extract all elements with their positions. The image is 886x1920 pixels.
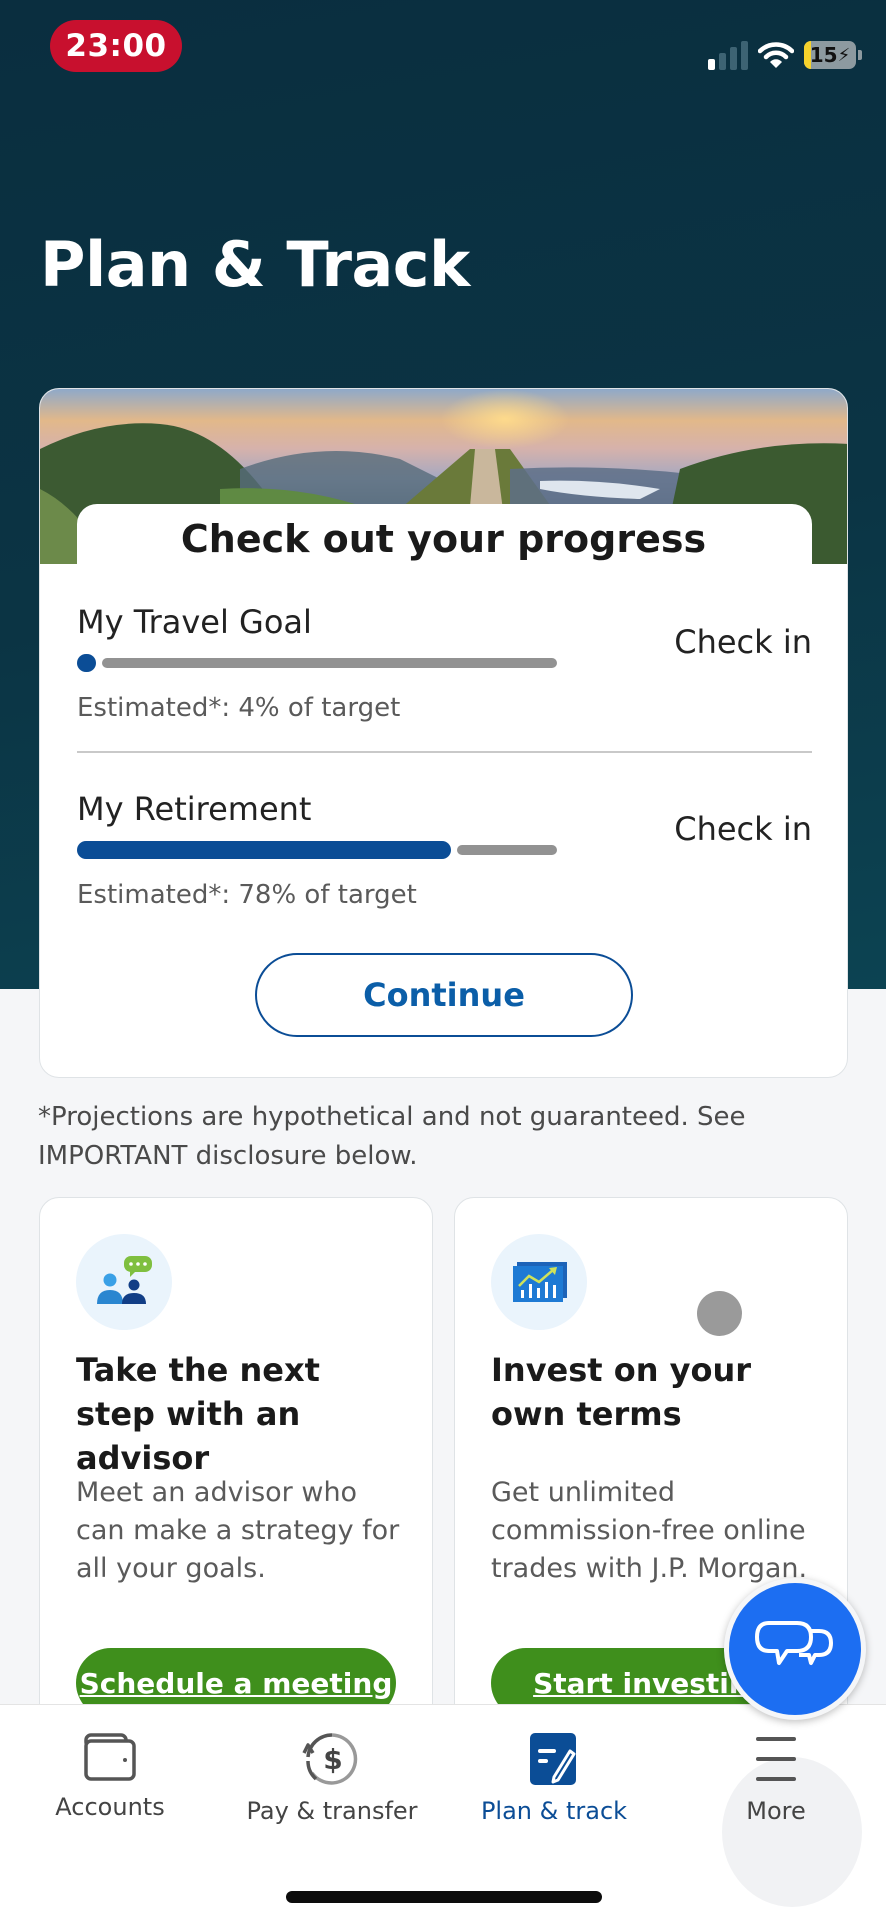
progress-heading: Check out your progress: [180, 517, 707, 561]
chat-bubbles-icon: [755, 1621, 833, 1665]
check-in-button[interactable]: Check in: [674, 623, 812, 661]
promo-description: Meet an advisor who can make a strategy …: [76, 1477, 400, 1584]
nav-item-pay-transfer[interactable]: $ Pay & transfer: [232, 1731, 432, 1825]
goal-progress-remaining: [102, 658, 557, 668]
battery-level: 15: [809, 43, 838, 67]
status-icons: 15 ⚡: [708, 38, 862, 72]
dollar-transfer-icon: $: [302, 1733, 358, 1785]
wallet-icon: [84, 1733, 136, 1781]
goal-progress-fill: [77, 841, 452, 859]
svg-text:$: $: [323, 1743, 342, 1776]
promo-title: Invest on your own terms: [491, 1351, 752, 1433]
bottom-nav: Accounts $ Pay & transfer Plan & track M…: [0, 1704, 886, 1920]
promo-description: Get unlimited commission-free online tra…: [491, 1477, 808, 1584]
investing-chart-icon: [513, 1262, 567, 1302]
goal-name: My Retirement: [77, 790, 312, 828]
battery-charging-icon: 15 ⚡: [804, 41, 862, 69]
goal-progress-bar: [77, 654, 557, 672]
nav-label: Pay & transfer: [246, 1797, 418, 1825]
nav-item-accounts[interactable]: Accounts: [10, 1731, 210, 1821]
wifi-icon: [758, 42, 794, 68]
nav-item-more[interactable]: More: [676, 1731, 876, 1825]
continue-button[interactable]: Continue: [255, 953, 633, 1037]
goal-progress-fill: [77, 654, 97, 672]
promo-title: Take the next step with an advisor: [76, 1351, 320, 1477]
touch-indicator: [697, 1291, 742, 1336]
chat-button[interactable]: [724, 1578, 866, 1720]
nav-item-plan-track[interactable]: Plan & track: [454, 1731, 654, 1825]
menu-icon: [756, 1737, 796, 1781]
goal-name: My Travel Goal: [77, 603, 312, 641]
status-time: 23:00: [50, 20, 182, 72]
check-in-button[interactable]: Check in: [674, 810, 812, 848]
advisor-chat-icon: [97, 1256, 152, 1304]
goal-estimate: Estimated*: 78% of target: [77, 880, 417, 910]
signal-icon: [708, 40, 748, 70]
goal-progress-remaining: [457, 845, 557, 855]
nav-label: Accounts: [55, 1793, 165, 1821]
plan-track-icon: [530, 1733, 576, 1785]
progress-card: Check out your progress My Travel Goal C…: [39, 388, 848, 1078]
home-indicator[interactable]: [286, 1891, 602, 1903]
nav-label: Plan & track: [480, 1797, 628, 1825]
goal-progress-bar: [77, 841, 557, 859]
goal-estimate: Estimated*: 4% of target: [77, 693, 401, 723]
promo-card-advisor: Take the next step with an advisor Meet …: [39, 1197, 433, 1757]
goal-divider: [77, 751, 812, 753]
nav-label: More: [746, 1797, 806, 1825]
page-title: Plan & Track: [40, 228, 470, 301]
projections-disclaimer: *Projections are hypothetical and not gu…: [38, 1102, 746, 1171]
